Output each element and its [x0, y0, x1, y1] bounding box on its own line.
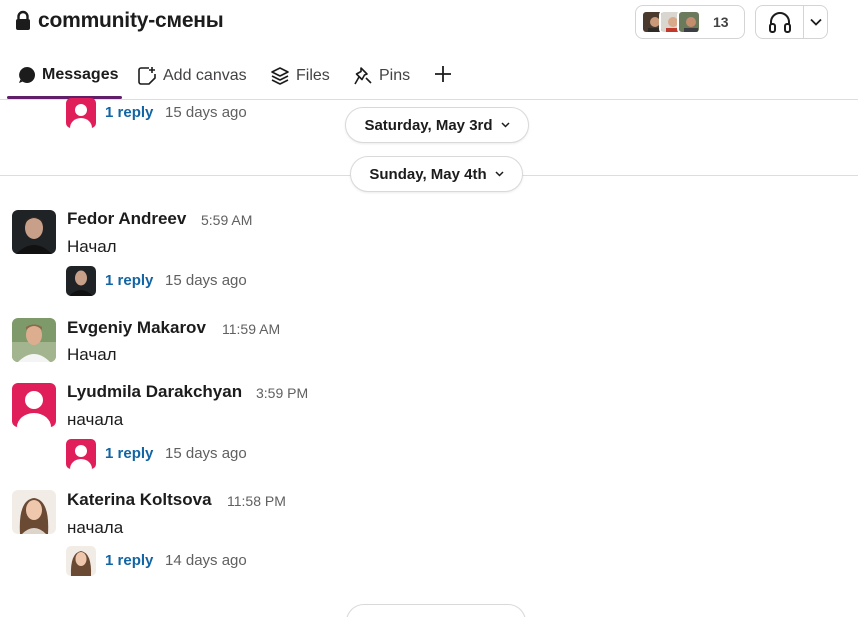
message-time[interactable]: 5:59 AM [201, 212, 252, 228]
message-time[interactable]: 3:59 PM [256, 385, 308, 401]
huddle-button[interactable] [755, 5, 828, 39]
date-pill-next[interactable] [346, 604, 526, 617]
message-sender[interactable]: Lyudmila Darakchyan [67, 382, 242, 402]
channel-header: community-смены 13 [0, 0, 858, 44]
message-time[interactable]: 11:59 AM [222, 321, 280, 337]
add-tab-button[interactable] [433, 64, 453, 84]
tab-messages[interactable]: Messages [18, 66, 119, 84]
thread-reply-link[interactable]: 1 reply [105, 552, 153, 569]
reply-avatar[interactable] [66, 98, 96, 128]
member-avatar [677, 10, 701, 34]
message-text: начала [67, 518, 124, 537]
thread-reply-age: 14 days ago [165, 552, 247, 569]
reply-avatar[interactable] [66, 266, 96, 296]
message-icon [18, 66, 36, 84]
tab-add-canvas[interactable]: Add canvas [137, 66, 247, 86]
avatar[interactable] [12, 318, 56, 362]
thread-reply-link[interactable]: 1 reply [105, 272, 153, 289]
date-pill-saturday[interactable]: Saturday, May 3rd [345, 107, 529, 143]
date-pill-sunday[interactable]: Sunday, May 4th [350, 156, 523, 192]
message-time[interactable]: 11:58 PM [227, 493, 286, 509]
thread-reply-age: 15 days ago [165, 445, 247, 462]
avatar[interactable] [12, 210, 56, 254]
message-text: Начал [67, 345, 117, 364]
chevron-down-icon [501, 122, 510, 128]
date-label: Saturday, May 3rd [364, 116, 493, 134]
tab-label: Pins [379, 67, 411, 84]
thread-reply-age: 15 days ago [165, 104, 247, 121]
channel-title[interactable]: community-смены [14, 9, 224, 33]
plus-icon [433, 64, 453, 84]
message-sender[interactable]: Fedor Andreev [67, 209, 186, 229]
lock-icon [14, 10, 32, 32]
tab-label: Add canvas [163, 67, 247, 84]
message-text: Начал [67, 237, 117, 256]
channel-tabs: Messages Add canvas Files Pins [0, 58, 858, 100]
active-tab-indicator [7, 96, 122, 99]
message-sender[interactable]: Katerina Koltsova [67, 490, 212, 510]
chevron-down-icon [495, 171, 504, 177]
date-label: Sunday, May 4th [369, 165, 487, 183]
members-button[interactable]: 13 [635, 5, 745, 39]
avatar[interactable] [12, 383, 56, 427]
pin-icon [353, 66, 373, 86]
files-stack-icon [270, 66, 290, 86]
channel-name: community-смены [38, 9, 224, 32]
tab-files[interactable]: Files [270, 66, 330, 86]
member-count: 13 [713, 14, 729, 30]
message-text: начала [67, 410, 124, 429]
thread-reply-link[interactable]: 1 reply [105, 104, 153, 121]
avatar[interactable] [12, 490, 56, 534]
tab-label: Messages [42, 66, 119, 83]
thread-reply-link[interactable]: 1 reply [105, 445, 153, 462]
chevron-down-icon[interactable] [804, 18, 827, 26]
message-sender[interactable]: Evgeniy Makarov [67, 318, 206, 338]
canvas-add-icon [137, 66, 157, 86]
thread-reply-age: 15 days ago [165, 272, 247, 289]
reply-avatar[interactable] [66, 439, 96, 469]
headphones-icon[interactable] [756, 6, 804, 38]
tab-pins[interactable]: Pins [353, 66, 410, 86]
tab-label: Files [296, 67, 330, 84]
reply-avatar[interactable] [66, 546, 96, 576]
